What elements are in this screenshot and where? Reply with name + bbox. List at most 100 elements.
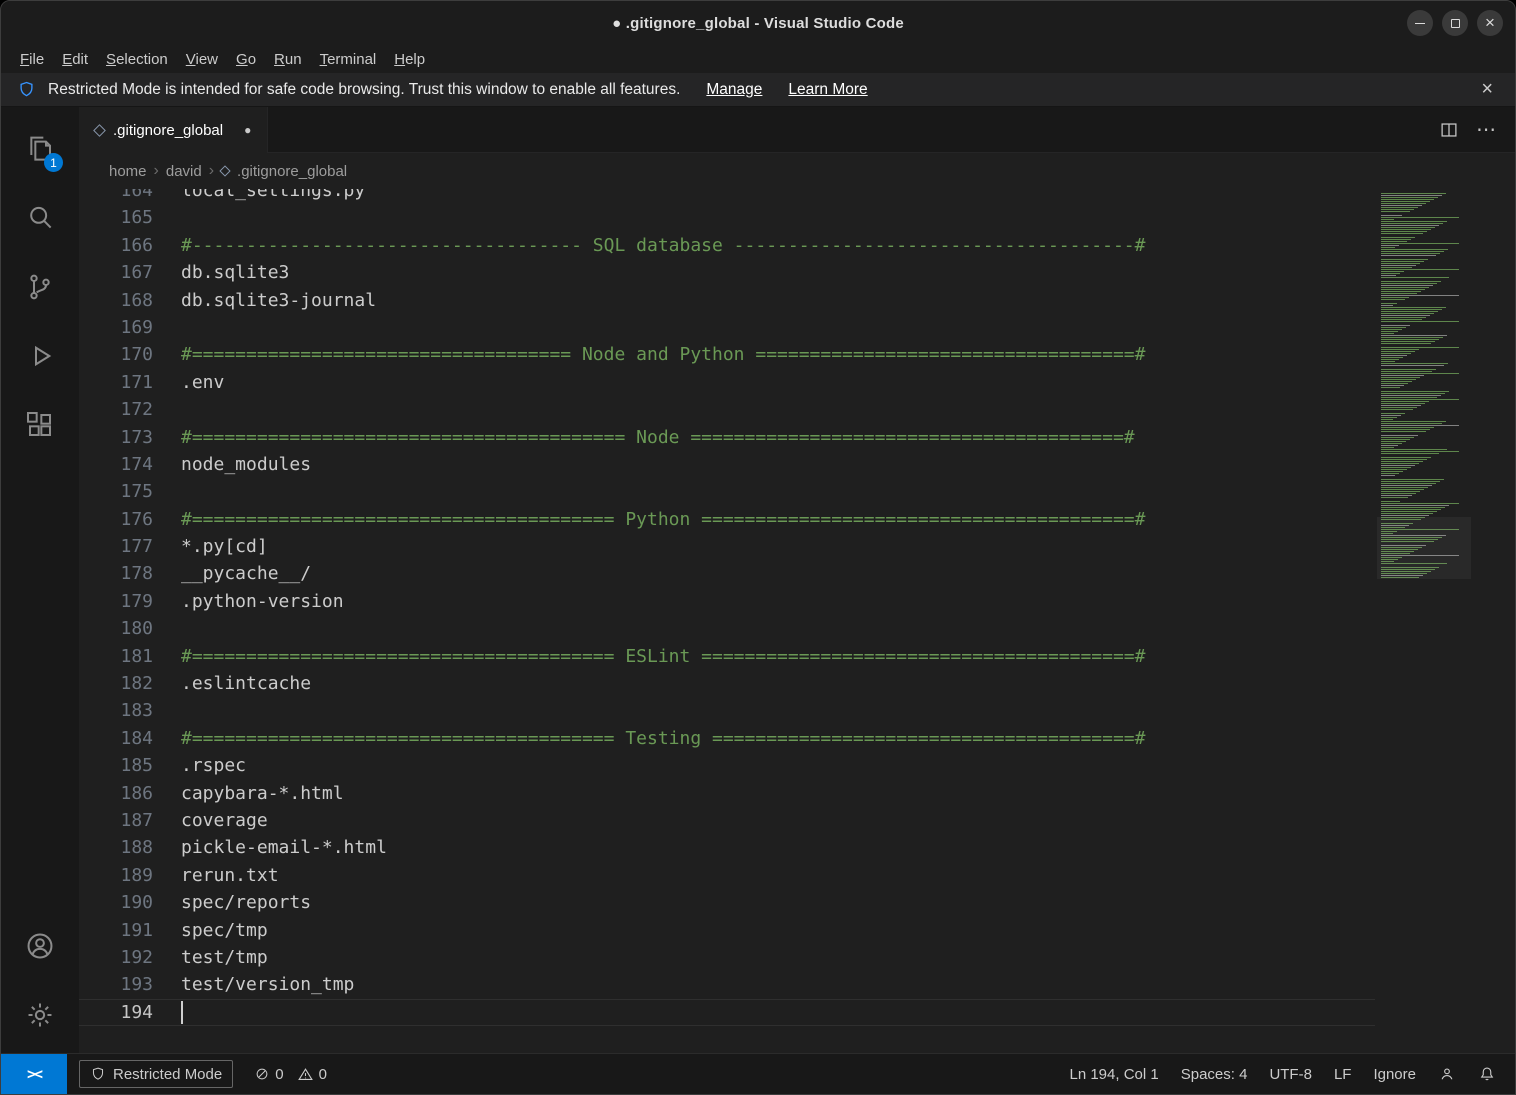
code-line[interactable]: 192test/tmp (79, 944, 1375, 971)
line-number[interactable]: 184 (79, 725, 153, 752)
line-text[interactable]: .python-version (181, 591, 344, 612)
code-line[interactable]: 171.env (79, 369, 1375, 396)
line-number[interactable]: 173 (79, 424, 153, 451)
line-text[interactable]: coverage (181, 810, 268, 831)
menu-item-view[interactable]: View (177, 49, 227, 70)
code-line[interactable]: 194 (79, 999, 1375, 1026)
line-number[interactable]: 183 (79, 697, 153, 724)
line-text[interactable]: #=================================== Nod… (181, 344, 1146, 365)
extensions-icon[interactable] (16, 401, 64, 449)
manage-link[interactable]: Manage (706, 81, 762, 99)
settings-gear-icon[interactable] (16, 991, 64, 1039)
line-number[interactable]: 192 (79, 944, 153, 971)
menu-item-go[interactable]: Go (227, 49, 265, 70)
line-number[interactable]: 177 (79, 533, 153, 560)
account-icon[interactable] (16, 922, 64, 970)
minimize-button[interactable] (1407, 10, 1433, 36)
breadcrumb-david[interactable]: david (166, 163, 202, 180)
code-line[interactable]: 189 rerun.txt (79, 862, 1375, 889)
run-debug-icon[interactable] (16, 332, 64, 380)
learn-more-link[interactable]: Learn More (788, 81, 867, 99)
notifications-bell-icon[interactable] (1467, 1054, 1507, 1094)
line-number[interactable]: 169 (79, 314, 153, 341)
line-number[interactable]: 167 (79, 259, 153, 286)
language-mode-status[interactable]: Ignore (1362, 1054, 1427, 1094)
line-number[interactable]: 188 (79, 834, 153, 861)
breadcrumb-file[interactable]: .gitignore_global (221, 163, 347, 180)
code-line[interactable]: 167 db.sqlite3 (79, 259, 1375, 286)
code-line[interactable]: 177*.py[cd] (79, 533, 1375, 560)
maximize-button[interactable] (1442, 10, 1468, 36)
line-text[interactable]: .eslintcache (181, 673, 311, 694)
menu-item-terminal[interactable]: Terminal (311, 49, 386, 70)
line-number[interactable]: 166 (79, 232, 153, 259)
code-line[interactable]: 174node_modules (79, 451, 1375, 478)
line-number[interactable]: 190 (79, 889, 153, 916)
code-line[interactable]: 172 (79, 396, 1375, 423)
source-control-icon[interactable] (16, 263, 64, 311)
code-line[interactable]: 188 pickle-email-*.html (79, 834, 1375, 861)
line-text[interactable]: local_settings.py (181, 189, 365, 201)
line-text[interactable]: capybara-*.html (181, 783, 344, 804)
line-number[interactable]: 181 (79, 643, 153, 670)
line-text[interactable]: __pycache__/ (181, 563, 311, 584)
line-number[interactable]: 174 (79, 451, 153, 478)
line-number[interactable]: 194 (79, 999, 153, 1026)
code-line[interactable]: 185 .rspec (79, 752, 1375, 779)
line-text[interactable]: #------------------------------------ SQ… (181, 235, 1146, 256)
code-line[interactable]: 186 capybara-*.html (79, 780, 1375, 807)
line-number[interactable]: 185 (79, 752, 153, 779)
line-number[interactable]: 189 (79, 862, 153, 889)
encoding-status[interactable]: UTF-8 (1258, 1054, 1323, 1094)
line-number[interactable]: 180 (79, 615, 153, 642)
code-line[interactable]: 187 coverage (79, 807, 1375, 834)
line-number[interactable]: 179 (79, 588, 153, 615)
more-actions-icon[interactable]: ⋯ (1476, 117, 1497, 142)
line-text[interactable]: spec/tmp (181, 920, 268, 941)
tab-gitignore-global[interactable]: .gitignore_global ● (79, 107, 268, 153)
line-number[interactable]: 178 (79, 560, 153, 587)
line-number[interactable]: 191 (79, 917, 153, 944)
code-line[interactable]: 175 (79, 478, 1375, 505)
line-text[interactable]: .rspec (181, 755, 246, 776)
line-text[interactable]: db.sqlite3 (181, 262, 289, 283)
code-line[interactable]: 182.eslintcache (79, 670, 1375, 697)
line-number[interactable]: 171 (79, 369, 153, 396)
breadcrumb-home[interactable]: home (109, 163, 147, 180)
line-number[interactable]: 165 (79, 204, 153, 231)
problems-status[interactable]: 0 0 (243, 1054, 346, 1094)
line-number[interactable]: 170 (79, 341, 153, 368)
cursor-position-status[interactable]: Ln 194, Col 1 (1058, 1054, 1169, 1094)
line-number[interactable]: 186 (79, 780, 153, 807)
banner-close-icon[interactable]: × (1475, 78, 1499, 101)
restricted-mode-status[interactable]: Restricted Mode (79, 1060, 233, 1088)
menu-item-run[interactable]: Run (265, 49, 311, 70)
line-text[interactable]: pickle-email-*.html (181, 837, 387, 858)
line-number[interactable]: 164 (79, 189, 153, 204)
feedback-icon[interactable] (1427, 1054, 1467, 1094)
line-text[interactable]: #=======================================… (181, 646, 1146, 667)
line-text[interactable]: rerun.txt (181, 865, 279, 886)
modified-indicator[interactable]: ● (244, 123, 251, 137)
code-line[interactable]: 170 #=================================== … (79, 341, 1375, 368)
code-line[interactable]: 179 .python-version (79, 588, 1375, 615)
split-editor-icon[interactable] (1438, 119, 1460, 141)
line-text[interactable]: #=======================================… (181, 728, 1146, 749)
line-text[interactable]: #=======================================… (181, 509, 1146, 530)
line-text[interactable]: spec/reports (181, 892, 311, 913)
code-line[interactable]: 181 #====================================… (79, 643, 1375, 670)
line-number[interactable]: 187 (79, 807, 153, 834)
line-number[interactable]: 175 (79, 478, 153, 505)
code-line[interactable]: 176#====================================… (79, 506, 1375, 533)
close-button[interactable]: × (1477, 10, 1503, 36)
code-line[interactable]: 169 (79, 314, 1375, 341)
code-line[interactable]: 166 #------------------------------------… (79, 232, 1375, 259)
line-number[interactable]: 193 (79, 971, 153, 998)
indentation-status[interactable]: Spaces: 4 (1170, 1054, 1259, 1094)
code-line[interactable]: 191 spec/tmp (79, 917, 1375, 944)
line-number[interactable]: 172 (79, 396, 153, 423)
code-line[interactable]: 184 #====================================… (79, 725, 1375, 752)
explorer-icon[interactable]: 1 (16, 125, 64, 173)
minimap[interactable] (1381, 191, 1467, 579)
code-line[interactable]: 193test/version_tmp (79, 971, 1375, 998)
